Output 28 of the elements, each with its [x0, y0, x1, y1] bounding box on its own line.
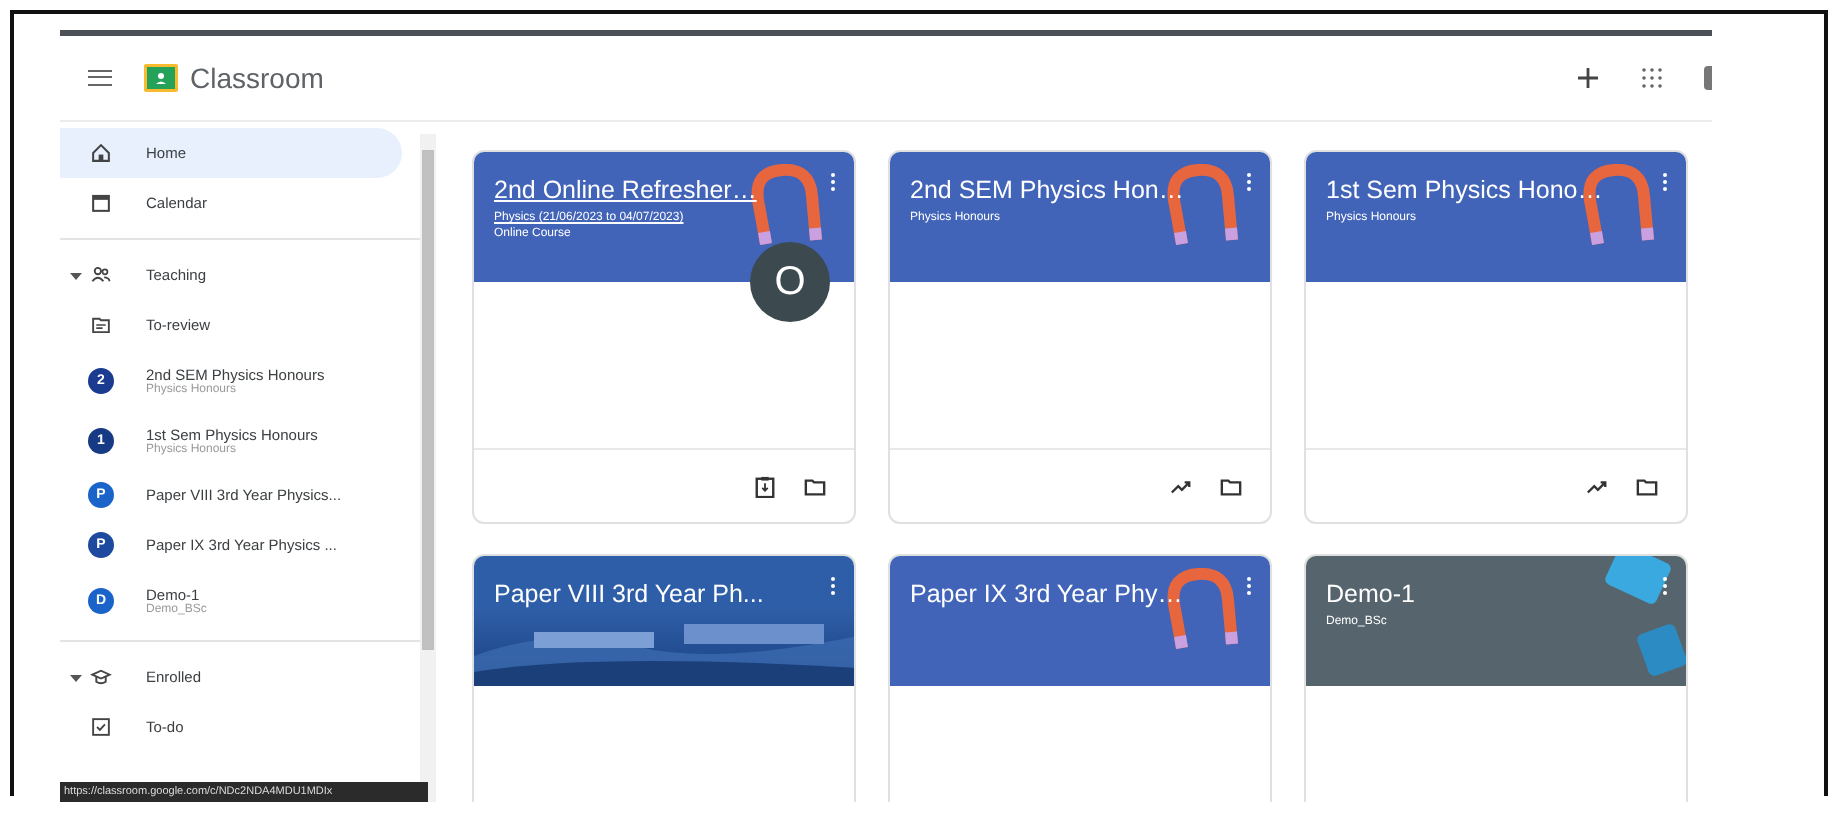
- class-card[interactable]: Paper VIII 3rd Year Ph...: [472, 554, 856, 802]
- todo-icon: [90, 716, 112, 738]
- more-icon[interactable]: [830, 172, 836, 192]
- more-icon[interactable]: [1662, 172, 1668, 192]
- trending-icon[interactable]: [1170, 475, 1192, 497]
- home-icon: [90, 142, 112, 164]
- clipboard-icon[interactable]: [754, 475, 776, 497]
- profile-avatar[interactable]: [1704, 66, 1712, 90]
- folder-icon[interactable]: [1220, 475, 1242, 497]
- scrollbar[interactable]: [420, 134, 436, 802]
- card-title[interactable]: Paper VIII 3rd Year Ph...: [494, 580, 764, 608]
- more-icon[interactable]: [1246, 576, 1252, 596]
- teacher-avatar: O: [750, 242, 830, 322]
- apps-grid-icon[interactable]: [1640, 66, 1664, 90]
- card-title[interactable]: Demo-1: [1326, 580, 1415, 608]
- classroom-logo-icon: [144, 64, 178, 92]
- review-icon: [90, 314, 112, 336]
- more-icon[interactable]: [830, 576, 836, 596]
- more-icon[interactable]: [1662, 576, 1668, 596]
- folder-icon[interactable]: [804, 475, 826, 497]
- app-title: Classroom: [190, 62, 324, 94]
- people-icon: [90, 264, 112, 286]
- plus-icon[interactable]: [1576, 66, 1600, 90]
- folder-icon[interactable]: [1636, 475, 1658, 497]
- cap-icon: [90, 666, 112, 688]
- calendar-icon: [90, 192, 112, 214]
- trending-icon[interactable]: [1586, 475, 1608, 497]
- more-icon[interactable]: [1246, 172, 1252, 192]
